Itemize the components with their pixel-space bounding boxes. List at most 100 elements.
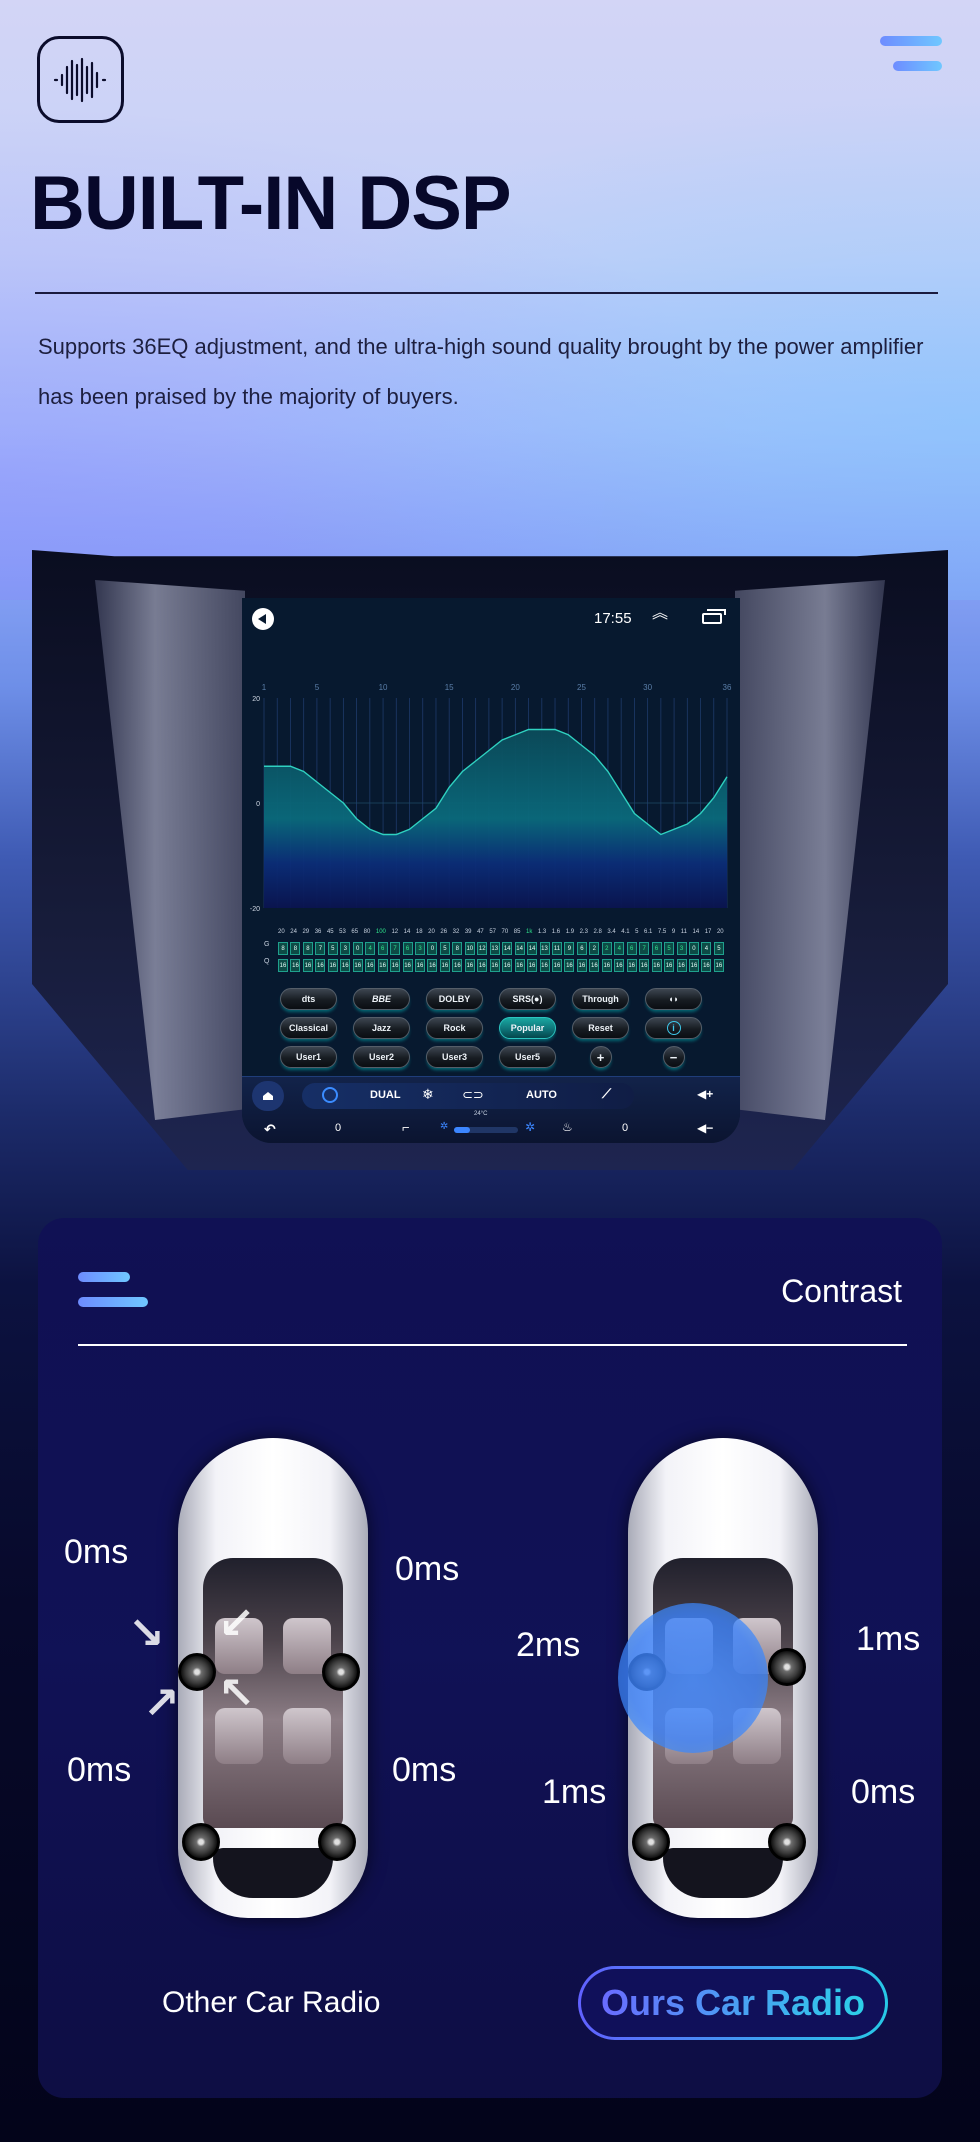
q-cell[interactable]: 16 xyxy=(564,959,575,972)
preset-popular[interactable]: Popular xyxy=(499,1017,556,1039)
q-cell[interactable]: 16 xyxy=(701,959,712,972)
preset-jazz[interactable]: Jazz xyxy=(353,1017,410,1039)
q-cell[interactable]: 16 xyxy=(452,959,463,972)
gain-cell[interactable]: 7 xyxy=(639,942,650,955)
q-cell[interactable]: 16 xyxy=(464,959,475,972)
minus-button[interactable]: − xyxy=(662,1046,685,1068)
gain-cell[interactable]: 4 xyxy=(701,942,712,955)
gain-cell[interactable]: 11 xyxy=(551,942,562,955)
q-cell[interactable]: 16 xyxy=(502,959,513,972)
through-button[interactable]: Through xyxy=(572,988,629,1010)
gain-cell[interactable]: 5 xyxy=(713,942,724,955)
user3-button[interactable]: User3 xyxy=(426,1046,483,1068)
eq-curve-chart[interactable]: 1 5 10 15 20 25 30 36200-20 xyxy=(242,676,740,911)
gain-cell[interactable]: 7 xyxy=(315,942,326,955)
q-cell[interactable]: 16 xyxy=(278,959,288,972)
gain-cell[interactable]: 12 xyxy=(477,942,488,955)
q-cell[interactable]: 16 xyxy=(402,959,413,972)
q-cell[interactable]: 16 xyxy=(377,959,388,972)
q-cell[interactable]: 16 xyxy=(315,959,326,972)
q-cell[interactable]: 16 xyxy=(713,959,724,972)
back-icon[interactable] xyxy=(252,608,274,630)
recent-apps-icon[interactable] xyxy=(702,609,726,624)
gain-cell[interactable]: 4 xyxy=(365,942,376,955)
auto-button[interactable]: AUTO xyxy=(526,1089,557,1101)
seat-heat-icon[interactable]: ♨ xyxy=(562,1120,573,1134)
fan-low-icon[interactable]: ✲ xyxy=(440,1121,448,1132)
q-cell[interactable]: 16 xyxy=(327,959,338,972)
volume-up-icon[interactable]: ◀+ xyxy=(697,1087,713,1101)
q-cell[interactable]: 16 xyxy=(676,959,687,972)
bbe-button[interactable]: BBE xyxy=(353,988,410,1010)
gain-cell[interactable]: 3 xyxy=(414,942,425,955)
gain-cell[interactable]: 13 xyxy=(489,942,500,955)
ours-car-radio-button[interactable]: Ours Car Radio xyxy=(578,1966,888,2040)
q-cell[interactable]: 16 xyxy=(651,959,662,972)
gain-cell[interactable]: 2 xyxy=(589,942,600,955)
double-chevron-up-icon[interactable]: ︽ xyxy=(652,606,668,622)
q-cell[interactable]: 16 xyxy=(589,959,600,972)
q-cell[interactable]: 16 xyxy=(414,959,425,972)
dts-button[interactable]: dts xyxy=(280,988,337,1010)
info-button[interactable]: i xyxy=(645,1017,702,1039)
gain-cell[interactable]: 3 xyxy=(340,942,351,955)
q-cell[interactable]: 16 xyxy=(688,959,699,972)
gain-cell[interactable]: 14 xyxy=(502,942,513,955)
snowflake-icon[interactable]: ❄ xyxy=(422,1086,434,1103)
q-cell[interactable]: 16 xyxy=(390,959,401,972)
gain-cell[interactable]: 14 xyxy=(527,942,538,955)
q-cell[interactable]: 16 xyxy=(664,959,675,972)
gain-cell[interactable]: 6 xyxy=(576,942,587,955)
srs-button[interactable]: SRS(●) xyxy=(499,988,556,1010)
fan-speed-slider[interactable] xyxy=(454,1127,518,1133)
home-icon[interactable] xyxy=(252,1081,284,1111)
q-cell[interactable]: 16 xyxy=(514,959,525,972)
return-icon[interactable]: ↶ xyxy=(264,1121,276,1138)
gain-cell[interactable]: 5 xyxy=(439,942,450,955)
q-cell[interactable]: 16 xyxy=(576,959,587,972)
dolby-button[interactable]: DOLBY xyxy=(426,988,483,1010)
gain-cell[interactable]: 5 xyxy=(327,942,338,955)
gain-cell[interactable]: 4 xyxy=(614,942,625,955)
preset-rock[interactable]: Rock xyxy=(426,1017,483,1039)
q-cell[interactable]: 16 xyxy=(302,959,313,972)
gain-cell[interactable]: 14 xyxy=(514,942,525,955)
volume-down-icon[interactable]: ◀− xyxy=(697,1121,713,1135)
preset-classical[interactable]: Classical xyxy=(280,1017,337,1039)
q-cell[interactable]: 16 xyxy=(477,959,488,972)
fan-high-icon[interactable]: ✲ xyxy=(525,1120,535,1134)
q-cell[interactable]: 16 xyxy=(551,959,562,972)
q-cell[interactable]: 16 xyxy=(489,959,500,972)
gain-cell[interactable]: 10 xyxy=(464,942,475,955)
user2-button[interactable]: User2 xyxy=(353,1046,410,1068)
gain-cell[interactable]: 6 xyxy=(377,942,388,955)
q-cell[interactable]: 16 xyxy=(639,959,650,972)
q-cell[interactable]: 16 xyxy=(626,959,637,972)
q-cell[interactable]: 16 xyxy=(290,959,301,972)
recirculation-icon[interactable]: ⊂⊃ xyxy=(462,1087,484,1103)
gain-cell[interactable]: 8 xyxy=(290,942,301,955)
gain-cell[interactable]: 0 xyxy=(427,942,438,955)
gain-cell[interactable]: 13 xyxy=(539,942,550,955)
q-cell[interactable]: 16 xyxy=(614,959,625,972)
user5-button[interactable]: User5 xyxy=(499,1046,556,1068)
gain-cell[interactable]: 2 xyxy=(601,942,612,955)
surround-button[interactable]: ◖◗ xyxy=(645,988,702,1010)
q-cell[interactable]: 16 xyxy=(427,959,438,972)
seat-recline-icon[interactable]: ⟋ xyxy=(602,1086,611,1102)
gain-cell[interactable]: 0 xyxy=(352,942,363,955)
gain-cell[interactable]: 8 xyxy=(452,942,463,955)
plus-button[interactable]: + xyxy=(589,1046,612,1068)
q-cell[interactable]: 16 xyxy=(601,959,612,972)
gain-cell[interactable]: 8 xyxy=(302,942,313,955)
q-cell[interactable]: 16 xyxy=(527,959,538,972)
reset-button[interactable]: Reset xyxy=(572,1017,629,1039)
q-cell[interactable]: 16 xyxy=(539,959,550,972)
gain-cell[interactable]: 8 xyxy=(278,942,288,955)
gain-cell[interactable]: 6 xyxy=(626,942,637,955)
user1-button[interactable]: User1 xyxy=(280,1046,337,1068)
q-cell[interactable]: 16 xyxy=(340,959,351,972)
gain-cell[interactable]: 3 xyxy=(676,942,687,955)
gain-cell[interactable]: 7 xyxy=(390,942,401,955)
gain-cell[interactable]: 9 xyxy=(564,942,575,955)
